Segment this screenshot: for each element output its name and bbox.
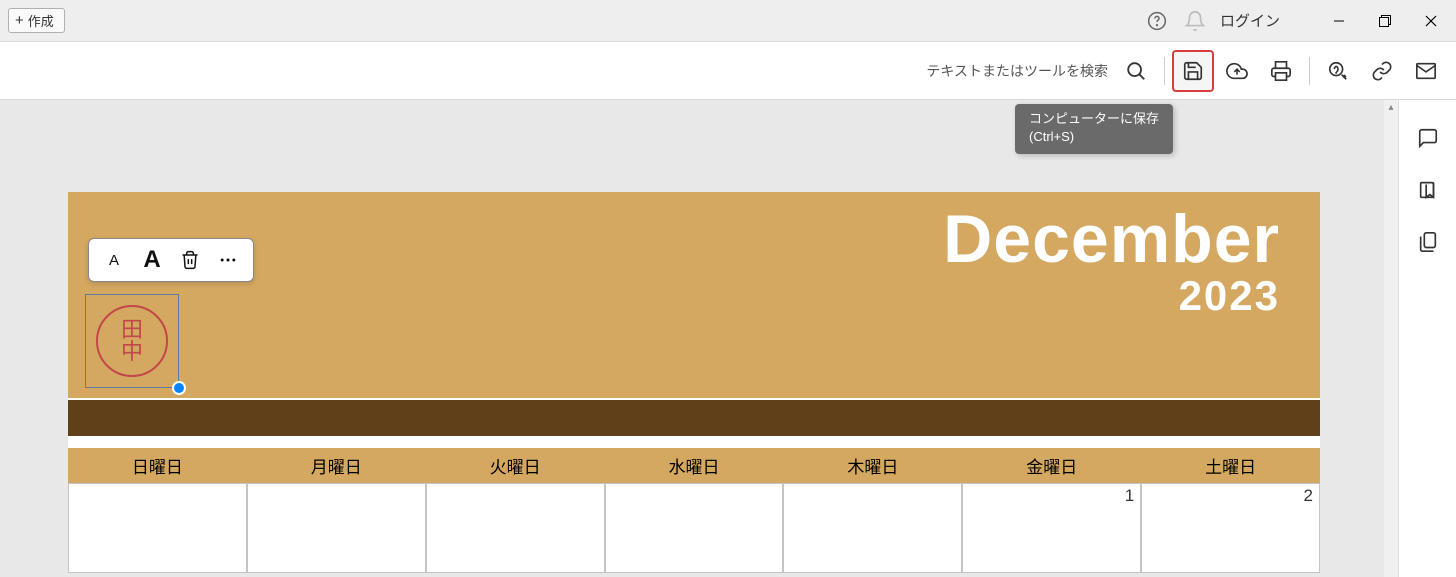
weekday-wed: 水曜日 (605, 448, 784, 483)
scroll-up-icon[interactable]: ▴ (1384, 100, 1398, 114)
comment-panel-icon[interactable] (1406, 116, 1450, 160)
calendar-cell: 1 (962, 483, 1141, 573)
weekday-sat: 土曜日 (1141, 448, 1320, 483)
document-viewport[interactable]: December 2023 A A 田 中 (0, 100, 1398, 577)
side-panel (1398, 100, 1456, 577)
stamp-char2: 中 (121, 341, 143, 363)
toolbar-separator (1309, 57, 1310, 85)
calendar-cell (783, 483, 962, 573)
calendar-header: December 2023 A A 田 中 (68, 192, 1320, 398)
maximize-button[interactable] (1362, 0, 1408, 42)
weekday-thu: 木曜日 (783, 448, 962, 483)
annotation-toolbar: A A (88, 238, 254, 282)
hanko-stamp-icon: 田 中 (96, 305, 168, 377)
calendar-row: 1 2 (68, 483, 1320, 573)
tooltip-shortcut: (Ctrl+S) (1029, 128, 1159, 146)
header-band (68, 398, 1320, 438)
weekday-fri: 金曜日 (962, 448, 1141, 483)
toolbar: テキストまたはツールを検索 (0, 42, 1456, 100)
pages-panel-icon[interactable] (1406, 220, 1450, 264)
calendar-cell (68, 483, 247, 573)
titlebar: + 作成 ログイン (0, 0, 1456, 42)
notifications-icon[interactable] (1176, 1, 1214, 41)
delete-button[interactable] (171, 243, 209, 277)
calendar-cell (605, 483, 784, 573)
save-tooltip: コンピューターに保存 (Ctrl+S) (1015, 104, 1173, 154)
stamp-annotation[interactable]: 田 中 (85, 294, 179, 388)
search-label: テキストまたはツールを検索 (926, 61, 1108, 81)
calendar-cell: 2 (1141, 483, 1320, 573)
search-icon[interactable] (1115, 50, 1157, 92)
help-icon[interactable] (1138, 1, 1176, 41)
minimize-button[interactable] (1316, 0, 1362, 42)
weekday-header-row: 日曜日 月曜日 火曜日 水曜日 木曜日 金曜日 土曜日 (68, 448, 1320, 483)
print-icon[interactable] (1260, 50, 1302, 92)
window-controls (1316, 0, 1454, 42)
cloud-upload-icon[interactable] (1216, 50, 1258, 92)
link-icon[interactable] (1361, 50, 1403, 92)
plus-icon: + (15, 12, 24, 29)
save-button[interactable] (1172, 50, 1214, 92)
toolbar-separator (1164, 57, 1165, 85)
vertical-scrollbar[interactable]: ▴ (1384, 100, 1398, 577)
calendar-cell (247, 483, 426, 573)
create-button[interactable]: + 作成 (8, 8, 65, 33)
calendar-cell (426, 483, 605, 573)
login-button[interactable]: ログイン (1214, 10, 1296, 31)
titlebar-left: + 作成 (8, 8, 65, 33)
bookmark-panel-icon[interactable] (1406, 168, 1450, 212)
titlebar-right: ログイン (1138, 0, 1454, 42)
text-small-button[interactable]: A (95, 243, 133, 277)
tooltip-text: コンピューターに保存 (1029, 110, 1159, 128)
more-options-button[interactable] (209, 243, 247, 277)
stamp-char1: 田 (121, 319, 143, 341)
text-large-button[interactable]: A (133, 243, 171, 277)
sign-icon[interactable] (1317, 50, 1359, 92)
close-button[interactable] (1408, 0, 1454, 42)
document-page: December 2023 A A 田 中 (68, 192, 1320, 573)
weekday-sun: 日曜日 (68, 448, 247, 483)
mail-icon[interactable] (1405, 50, 1447, 92)
create-label: 作成 (28, 11, 54, 30)
resize-handle[interactable] (172, 381, 186, 395)
weekday-mon: 月曜日 (247, 448, 426, 483)
weekday-tue: 火曜日 (426, 448, 605, 483)
